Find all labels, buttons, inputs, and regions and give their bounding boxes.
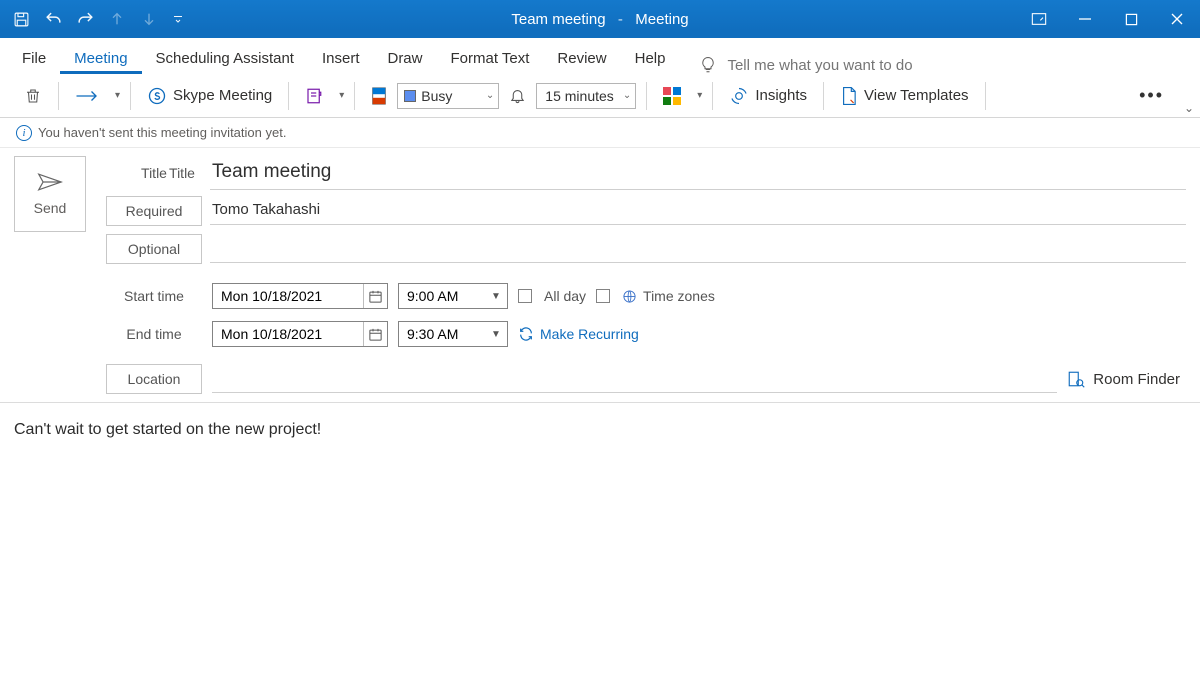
send-label: Send xyxy=(34,200,67,216)
save-icon[interactable] xyxy=(10,8,32,30)
insights-icon xyxy=(729,86,749,106)
send-button[interactable]: Send xyxy=(14,156,86,232)
room-finder-button[interactable]: Room Finder xyxy=(1067,370,1186,388)
room-finder-icon xyxy=(1067,370,1085,388)
categorize-icon xyxy=(663,87,681,105)
qat-customize-icon[interactable] xyxy=(170,8,186,30)
maximize-icon[interactable] xyxy=(1108,0,1154,38)
calendar-icon[interactable] xyxy=(363,322,387,346)
trash-icon xyxy=(24,87,42,105)
categorize-button[interactable] xyxy=(657,83,687,109)
all-day-checkbox[interactable]: All day xyxy=(518,288,586,304)
required-button[interactable]: Required xyxy=(106,196,202,226)
reminder-select[interactable]: 15 minutes ⌄ xyxy=(536,83,636,109)
redo-icon[interactable] xyxy=(74,8,96,30)
tab-insert[interactable]: Insert xyxy=(308,42,374,74)
title-bar: Team meeting - Meeting xyxy=(0,0,1200,38)
lightbulb-icon xyxy=(699,56,717,74)
bell-icon xyxy=(509,87,526,104)
template-icon xyxy=(840,86,858,106)
close-icon[interactable] xyxy=(1154,0,1200,38)
start-date-input[interactable] xyxy=(213,288,363,304)
chevron-down-icon[interactable]: ▼ xyxy=(485,329,507,340)
meeting-form: Send Title Title Required Optional Start… xyxy=(0,148,1200,394)
info-bar: i You haven't sent this meeting invitati… xyxy=(0,118,1200,148)
send-icon xyxy=(37,172,63,192)
tab-format-text[interactable]: Format Text xyxy=(437,42,544,74)
title-input[interactable] xyxy=(212,161,1184,183)
meeting-body[interactable]: Can't wait to get started on the new pro… xyxy=(0,403,1200,457)
onenote-icon xyxy=(305,87,323,105)
quick-access-toolbar xyxy=(0,8,186,30)
previous-item-icon xyxy=(106,8,128,30)
view-templates-button[interactable]: View Templates xyxy=(834,82,975,110)
minimize-icon[interactable] xyxy=(1062,0,1108,38)
show-as-button[interactable] xyxy=(365,83,389,109)
reminder-value: 15 minutes xyxy=(545,88,613,104)
calendar-icon[interactable] xyxy=(363,284,387,308)
start-date-field[interactable] xyxy=(212,283,388,309)
recurrence-icon xyxy=(518,326,534,342)
tab-draw[interactable]: Draw xyxy=(373,42,436,74)
window-title-doc: Team meeting xyxy=(511,11,605,28)
ribbon-tabs: File Meeting Scheduling Assistant Insert… xyxy=(0,38,1200,74)
make-recurring-link[interactable]: Make Recurring xyxy=(518,326,639,342)
categorize-dropdown[interactable]: ▾ xyxy=(697,90,702,101)
end-date-field[interactable] xyxy=(212,321,388,347)
required-input[interactable] xyxy=(212,201,1184,218)
skype-meeting-label: Skype Meeting xyxy=(173,87,272,104)
ribbon-commands: ▾ Skype Meeting ▾ Busy ⌄ 15 minutes xyxy=(0,74,1200,118)
window-controls xyxy=(1016,0,1200,38)
calendar-block-icon xyxy=(371,87,387,105)
optional-button[interactable]: Optional xyxy=(106,234,202,264)
location-input[interactable] xyxy=(212,365,1057,393)
start-time-label: Start time xyxy=(106,288,202,304)
body-text: Can't wait to get started on the new pro… xyxy=(14,421,321,438)
insights-button[interactable]: Insights xyxy=(723,82,813,110)
ribbon-display-options-icon[interactable] xyxy=(1016,0,1062,38)
tab-meeting[interactable]: Meeting xyxy=(60,42,141,74)
notes-dropdown[interactable]: ▾ xyxy=(339,90,344,101)
chevron-down-icon[interactable]: ▼ xyxy=(485,291,507,302)
tab-review[interactable]: Review xyxy=(543,42,620,74)
start-time-input[interactable] xyxy=(399,288,485,304)
end-time-input[interactable] xyxy=(399,326,485,342)
end-time-field[interactable]: ▼ xyxy=(398,321,508,347)
reminder-button[interactable] xyxy=(507,87,528,104)
undo-icon[interactable] xyxy=(42,8,64,30)
busy-color-swatch xyxy=(404,90,416,102)
optional-input[interactable] xyxy=(212,239,1184,256)
skype-meeting-button[interactable]: Skype Meeting xyxy=(141,82,278,110)
delete-button[interactable] xyxy=(18,83,48,109)
show-as-value: Busy xyxy=(421,88,452,104)
show-as-select[interactable]: Busy ⌄ xyxy=(397,83,499,109)
next-item-icon xyxy=(138,8,160,30)
forward-arrow-icon xyxy=(75,88,99,104)
tell-me-input[interactable] xyxy=(727,57,987,74)
forward-dropdown[interactable]: ▾ xyxy=(115,90,120,101)
insights-label: Insights xyxy=(755,87,807,104)
skype-icon xyxy=(147,86,167,106)
tab-scheduling[interactable]: Scheduling Assistant xyxy=(142,42,308,74)
globe-icon xyxy=(622,289,637,304)
start-time-field[interactable]: ▼ xyxy=(398,283,508,309)
tab-help[interactable]: Help xyxy=(621,42,680,74)
info-icon: i xyxy=(16,125,32,141)
collapse-ribbon-icon[interactable]: ⌄ xyxy=(1184,101,1194,115)
time-zones-checkbox[interactable]: Time zones xyxy=(596,288,715,304)
window-title: Team meeting - Meeting xyxy=(511,11,688,28)
forward-button[interactable] xyxy=(69,84,105,108)
info-text: You haven't sent this meeting invitation… xyxy=(38,125,286,140)
location-button[interactable]: Location xyxy=(106,364,202,394)
ribbon-more-commands[interactable]: ••• xyxy=(1133,85,1170,106)
window-title-context: Meeting xyxy=(635,11,688,28)
meeting-notes-button[interactable] xyxy=(299,83,329,109)
tab-file[interactable]: File xyxy=(8,42,60,74)
end-date-input[interactable] xyxy=(213,326,363,342)
end-time-label: End time xyxy=(106,326,202,342)
tell-me-search[interactable] xyxy=(699,56,987,74)
title-label2: Title xyxy=(106,165,202,181)
view-templates-label: View Templates xyxy=(864,87,969,104)
